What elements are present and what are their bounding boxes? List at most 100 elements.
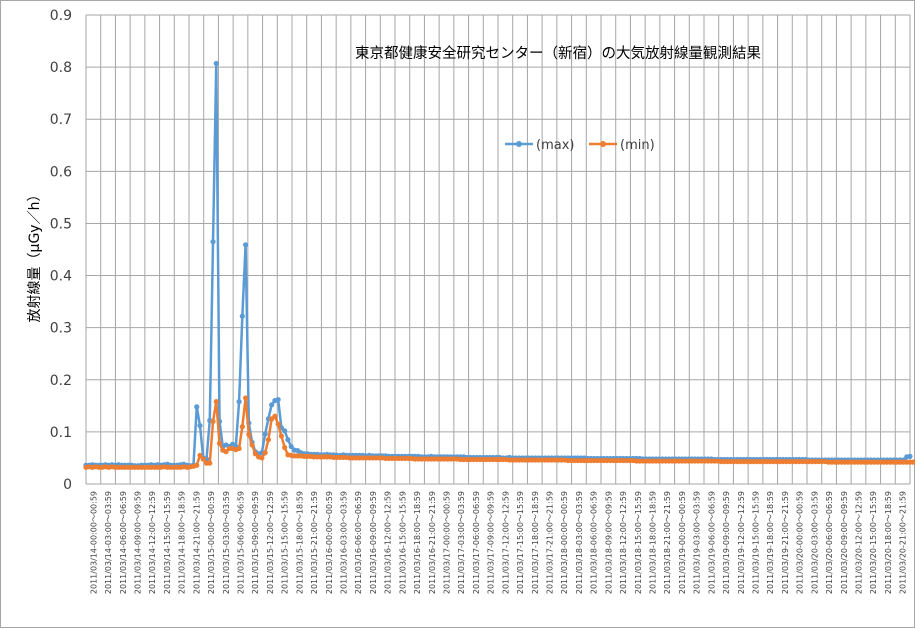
x-tick-label: 2011/03/16-21:00～21:59 [428, 491, 437, 594]
y-axis-ticks: 0 0.1 0.2 0.3 0.4 0.5 0.6 0.7 0.8 0.9 [50, 8, 72, 493]
x-tick-label: 2011/03/18-15:00～15:59 [634, 491, 643, 594]
x-tick-label: 2011/03/17-18:00～18:59 [531, 491, 540, 594]
x-tick-label: 2011/03/19-21:00～21:59 [781, 491, 790, 594]
x-tick-label: 2011/03/16-00:00～00:59 [325, 491, 334, 594]
x-tick-label: 2011/03/17-12:00～12:59 [501, 491, 510, 594]
data-point [194, 462, 200, 468]
legend-item-min: (min) [589, 138, 655, 153]
data-point [278, 433, 285, 439]
data-point [259, 455, 265, 461]
x-tick-label: 2011/03/15-03:00～03:59 [222, 491, 231, 594]
x-tick-label: 2011/03/17-15:00～15:59 [516, 491, 525, 594]
data-point [236, 445, 242, 452]
x-tick-label: 2011/03/17-00:00～00:59 [443, 491, 452, 594]
y-tick-label: 0.7 [50, 112, 72, 128]
data-point [275, 396, 281, 403]
data-point [197, 423, 203, 429]
x-axis-ticks: 2011/03/14-00:00～00:59 2011/03/14-03:00～0… [89, 491, 907, 594]
chart-title: 東京都健康安全研究センター（新宿）の大気放射線量観測結果 [355, 44, 761, 62]
y-tick-label: 0.2 [50, 373, 72, 389]
data-point [216, 440, 223, 446]
x-tick-label: 2011/03/15-18:00～18:59 [295, 491, 304, 594]
x-tick-label: 2011/03/19-06:00～06:59 [707, 491, 716, 594]
data-point [272, 413, 278, 419]
x-tick-label: 2011/03/16-06:00～06:59 [354, 491, 363, 594]
x-tick-label: 2011/03/19-15:00～15:59 [752, 491, 761, 594]
data-point [282, 444, 288, 451]
data-point [246, 431, 252, 438]
legend-label-max: (max) [536, 138, 574, 153]
x-tick-label: 2011/03/15-00:00～00:59 [207, 491, 216, 594]
x-tick-label: 2011/03/18-21:00～21:59 [663, 491, 672, 594]
legend-marker-max [516, 141, 522, 147]
x-tick-label: 2011/03/16-15:00～15:59 [398, 491, 407, 594]
x-tick-label: 2011/03/15-12:00～12:59 [266, 491, 275, 594]
x-tick-label: 2011/03/20-00:00～00:59 [796, 491, 805, 594]
data-point [207, 460, 213, 466]
x-tick-label: 2011/03/16-09:00～09:59 [369, 491, 378, 594]
x-tick-label: 2011/03/14-09:00～09:59 [134, 491, 143, 594]
x-tick-label: 2011/03/20-12:00～12:59 [855, 491, 864, 594]
x-tick-label: 2011/03/18-00:00～00:59 [560, 491, 569, 594]
x-tick-label: 2011/03/19-03:00～03:59 [693, 491, 702, 594]
x-tick-label: 2011/03/18-03:00～03:59 [575, 491, 584, 594]
y-tick-label: 0.3 [50, 321, 72, 337]
x-tick-label: 2011/03/19-09:00～09:59 [722, 491, 731, 594]
data-point [239, 424, 245, 430]
x-tick-label: 2011/03/18-18:00～18:59 [649, 491, 658, 594]
data-point [265, 437, 271, 443]
x-tick-label: 2011/03/18-06:00～06:59 [590, 491, 599, 594]
x-tick-label: 2011/03/19-00:00～00:59 [678, 491, 687, 594]
x-tick-label: 2011/03/15-09:00～09:59 [251, 491, 260, 594]
legend-item-max: (max) [505, 138, 574, 153]
x-tick-label: 2011/03/20-18:00～18:59 [884, 491, 893, 594]
y-tick-label: 0 [63, 477, 72, 493]
data-point [236, 399, 242, 405]
data-point [242, 242, 249, 248]
x-tick-label: 2011/03/14-18:00～18:59 [178, 491, 187, 594]
x-tick-label: 2011/03/14-06:00～06:59 [119, 491, 128, 594]
y-axis-label: 放射線量（μGy／h） [27, 188, 43, 323]
x-tick-label: 2011/03/14-03:00～03:59 [104, 491, 113, 594]
x-tick-label: 2011/03/20-06:00～06:59 [825, 491, 834, 594]
y-tick-label: 0.1 [50, 425, 72, 441]
x-tick-label: 2011/03/16-18:00～18:59 [413, 491, 422, 594]
data-point [210, 239, 216, 245]
x-tick-label: 2011/03/15-21:00～21:59 [310, 491, 319, 594]
data-point [285, 437, 291, 443]
y-tick-label: 0.4 [50, 269, 72, 285]
line-chart: 0 0.1 0.2 0.3 0.4 0.5 0.6 0.7 0.8 0.9 2011/03/14-… [27, 8, 915, 594]
x-tick-label: 2011/03/17-06:00～06:59 [472, 491, 481, 594]
x-tick-label: 2011/03/20-03:00～03:59 [810, 491, 819, 594]
x-tick-label: 2011/03/18-09:00～09:59 [604, 491, 613, 594]
legend-label-min: (min) [620, 138, 655, 153]
x-tick-label: 2011/03/15-06:00～06:59 [237, 491, 246, 594]
x-tick-label: 2011/03/16-03:00～03:59 [340, 491, 349, 594]
data-point [194, 404, 200, 410]
data-point [262, 431, 268, 437]
x-tick-label: 2011/03/20-09:00～09:59 [840, 491, 849, 594]
x-tick-label: 2011/03/14-00:00～00:59 [89, 491, 98, 594]
y-tick-label: 0.9 [50, 8, 72, 24]
x-tick-label: 2011/03/17-03:00～03:59 [457, 491, 466, 594]
data-point [269, 402, 275, 408]
data-point [242, 395, 249, 401]
legend-marker-min [600, 141, 606, 147]
data-point [907, 453, 913, 459]
x-tick-label: 2011/03/14-12:00～12:59 [148, 491, 157, 594]
x-tick-label: 2011/03/17-21:00～21:59 [546, 491, 555, 594]
x-tick-label: 2011/03/20-21:00～21:59 [899, 491, 908, 594]
data-point [249, 442, 255, 448]
data-point [239, 313, 245, 319]
x-tick-label: 2011/03/14-21:00～21:59 [192, 491, 201, 594]
data-point [282, 428, 288, 434]
y-tick-label: 0.8 [50, 60, 72, 76]
y-tick-label: 0.5 [50, 216, 72, 232]
x-tick-label: 2011/03/19-12:00～12:59 [737, 491, 746, 594]
series-group [83, 60, 915, 470]
x-tick-label: 2011/03/17-09:00～09:59 [487, 491, 496, 594]
x-tick-label: 2011/03/14-15:00～15:59 [163, 491, 172, 594]
x-tick-label: 2011/03/18-12:00～12:59 [619, 491, 628, 594]
data-point [213, 60, 219, 67]
x-tick-label: 2011/03/15-15:00～15:59 [281, 491, 290, 594]
